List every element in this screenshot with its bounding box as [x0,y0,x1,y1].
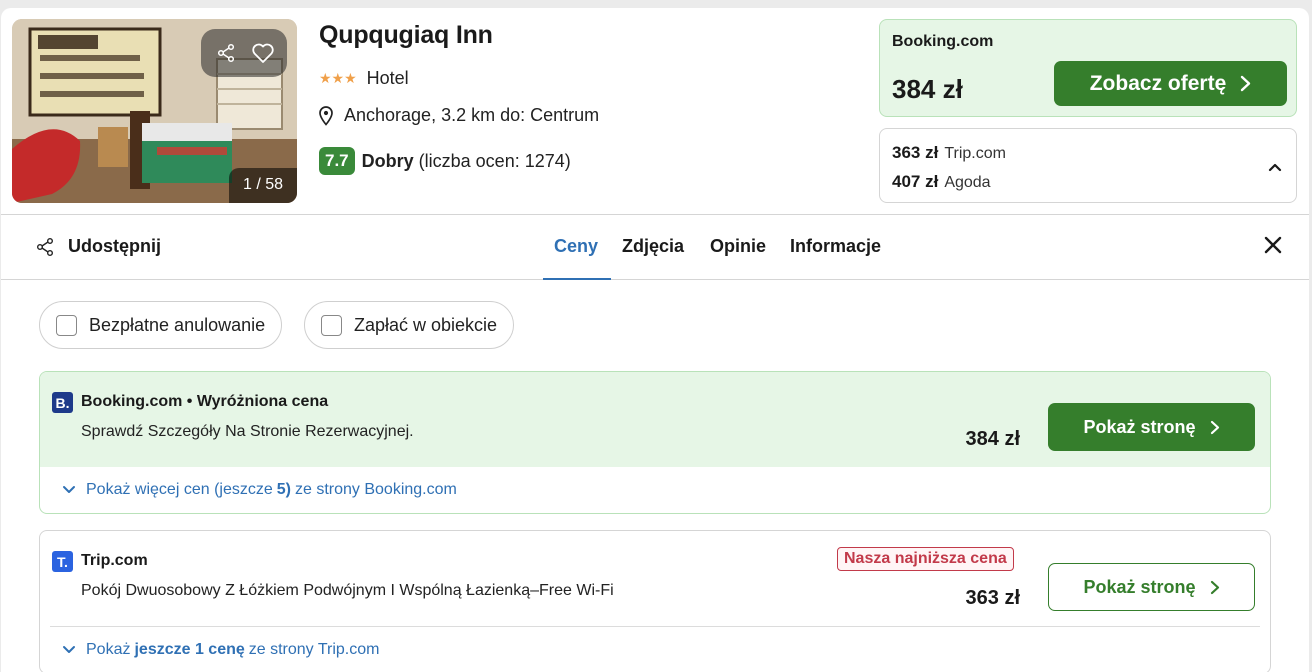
offer-description: Sprawdź Szczegóły Na Stronie Rezerwacyjn… [81,423,414,440]
location-text: Anchorage, 3.2 km do: Centrum [344,105,600,125]
show-site-button[interactable]: Pokaż stronę [1048,563,1255,611]
tab-photos[interactable]: Zdjęcia [622,236,684,257]
show-site-label: Pokaż stronę [1083,576,1196,597]
share-icon[interactable] [211,38,241,68]
alt-offer-row[interactable]: 407 zł Agoda [892,172,991,192]
more-link-count: jeszcze 1 cenę [134,641,245,658]
heart-icon[interactable] [248,38,278,68]
tab-reviews[interactable]: Opinie [710,236,766,257]
filter-pay-at-property[interactable]: Zapłać w obiekcie [304,301,515,349]
active-tab-indicator [543,278,611,280]
hotel-card: 1 / 58 Qupqugiaq Inn ★★★ Hotel Anchorage… [1,8,1309,672]
see-offer-button[interactable]: Zobacz ofertę [1054,61,1287,106]
share-button[interactable]: Udostępnij [35,236,161,257]
more-link-suffix: ze strony Booking.com [294,481,457,498]
filter-label: Zapłać w obiekcie [354,314,498,335]
more-prices-link[interactable]: Pokaż więcej cen (jeszcze 5) ze strony B… [40,467,1270,513]
map-pin-icon [319,105,333,126]
rating-count: (liczba ocen: 1274) [418,150,571,171]
offer-provider: Trip.com [81,552,148,569]
alt-offer-provider: Trip.com [944,145,1006,162]
share-icon [37,237,53,256]
checkbox[interactable] [321,314,342,336]
offer-description: Pokój Dwuosobowy Z Łóżkiem Podwójnym I W… [81,582,614,599]
more-link-suffix: ze strony Trip.com [248,641,380,658]
filter-label: Bezpłatne anulowanie [89,314,266,335]
rating-score-badge: 7.7 [319,147,355,175]
alt-offer-row[interactable]: 363 zł Trip.com [892,143,1006,163]
booking-logo-icon: B. [52,392,73,413]
alt-offer-provider: Agoda [944,174,991,191]
show-site-label: Pokaż stronę [1083,416,1196,437]
photo-counter: 1 / 58 [228,168,297,203]
see-offer-label: Zobacz ofertę [1089,71,1227,95]
offer-card-booking: B. Booking.com • Wyróżniona cena Sprawdź… [39,371,1271,514]
filter-free-cancellation[interactable]: Bezpłatne anulowanie [39,301,283,349]
close-icon[interactable] [1263,235,1283,260]
offer-main: B. Booking.com • Wyróżniona cena Sprawdź… [40,372,1270,467]
hotel-type: Hotel [366,68,409,88]
lowest-price-badge: Nasza najniższa cena [837,547,1014,571]
rating-word: Dobry [361,150,414,171]
tab-info[interactable]: Informacje [790,236,881,257]
alternative-offers[interactable]: 363 zł Trip.com 407 zł Agoda [879,128,1297,203]
chevron-right-icon [1210,420,1220,435]
offer-price: 363 zł [965,587,1020,609]
hotel-location[interactable]: Anchorage, 3.2 km do: Centrum [319,105,599,126]
offer-main: T. Trip.com Nasza najniższa cena Pokój D… [40,531,1270,626]
more-link-count: 5) [276,481,291,498]
chevron-right-icon [1240,75,1251,92]
hotel-name[interactable]: Qupqugiaq Inn [319,21,493,50]
chevron-right-icon [1210,580,1220,595]
hotel-photo[interactable]: 1 / 58 [12,19,297,203]
photo-actions [201,29,287,77]
offer-card-trip: T. Trip.com Nasza najniższa cena Pokój D… [39,530,1271,672]
top-offer-box: Booking.com 384 zł Zobacz ofertę [879,19,1297,117]
more-link-prefix: Pokaż więcej cen (jeszcze [86,481,273,498]
offer-provider: Booking.com • Wyróżniona cena [81,393,329,410]
show-site-button[interactable]: Pokaż stronę [1048,403,1255,451]
chevron-down-icon [63,646,75,653]
hotel-type-row: ★★★ Hotel [319,68,409,89]
top-offer-provider: Booking.com [892,33,994,50]
share-label: Udostępnij [68,236,161,256]
trip-logo-icon: T. [52,551,73,572]
tab-bar: Udostępnij Ceny Zdjęcia Opinie Informacj… [1,214,1309,280]
more-link-prefix: Pokaż [86,641,131,658]
alt-offer-price: 407 zł [892,172,939,191]
more-prices-link[interactable]: Pokaż jeszcze 1 cenę ze strony Trip.com [40,627,1270,672]
hotel-rating[interactable]: 7.7 Dobry (liczba ocen: 1274) [319,147,571,175]
alt-offer-price: 363 zł [892,143,939,162]
chevron-up-icon[interactable] [1268,159,1282,177]
offer-price: 384 zł [965,428,1020,450]
chevron-down-icon [63,486,75,493]
tab-prices[interactable]: Ceny [554,236,598,257]
checkbox[interactable] [56,314,77,336]
star-rating-icon: ★★★ [319,70,357,86]
top-offer-price: 384 zł [892,74,963,104]
